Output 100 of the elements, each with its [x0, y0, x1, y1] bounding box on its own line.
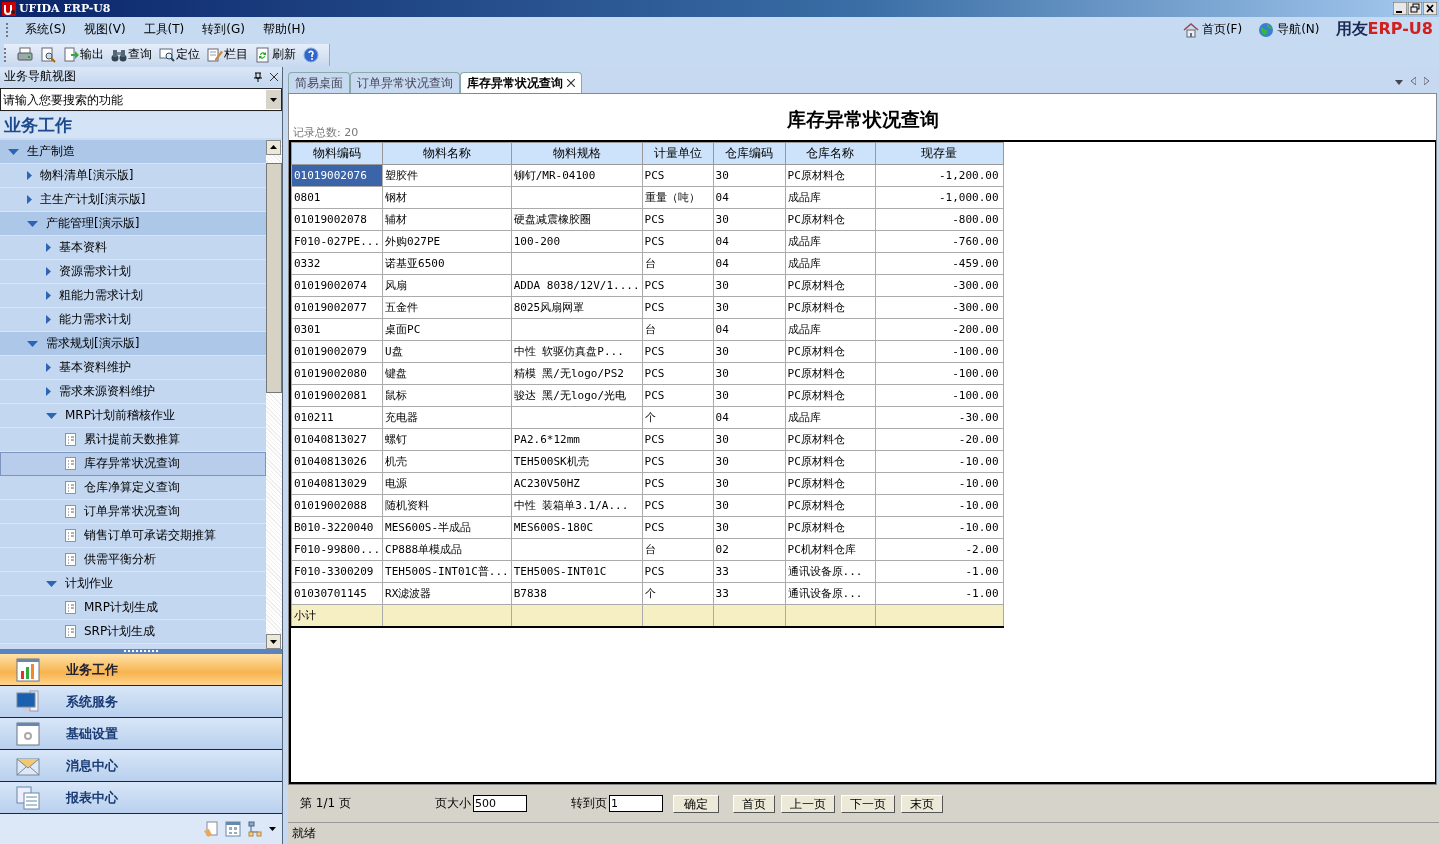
- column-header[interactable]: 仓库编码: [713, 142, 786, 165]
- menu-item[interactable]: 系统(S): [16, 21, 75, 38]
- scroll-thumb[interactable]: [266, 163, 282, 393]
- hierarchy-icon[interactable]: [247, 821, 263, 837]
- menu-item[interactable]: 视图(V): [75, 21, 135, 38]
- grid-window-icon[interactable]: [225, 821, 241, 837]
- collapsed-arrow-icon[interactable]: [46, 363, 51, 372]
- pager-button[interactable]: 首页: [732, 794, 775, 813]
- nav-link[interactable]: 首页(F): [1182, 21, 1243, 38]
- pager-button[interactable]: 上一页: [780, 794, 835, 813]
- dropdown-arrow-icon[interactable]: [269, 827, 276, 831]
- expanded-arrow-icon[interactable]: [27, 340, 38, 347]
- tree-item[interactable]: 产能管理[演示版]: [0, 212, 266, 236]
- collapsed-arrow-icon[interactable]: [27, 195, 32, 204]
- table-cell: RX滤波器: [382, 582, 512, 605]
- tree-item[interactable]: 主生产计划[演示版]: [0, 188, 266, 212]
- tree-item[interactable]: 计划作业: [0, 572, 266, 596]
- menu-item[interactable]: 转到(G): [193, 21, 254, 38]
- search-combo-box[interactable]: 请输入您要搜索的功能: [0, 88, 282, 111]
- pager-button[interactable]: 下一页: [840, 794, 895, 813]
- tree-item[interactable]: 需求规划[演示版]: [0, 332, 266, 356]
- menu-item[interactable]: 帮助(H): [253, 21, 315, 38]
- column-header[interactable]: 物料编码: [291, 142, 383, 165]
- toolbar-button[interactable]: 输出: [60, 46, 108, 63]
- tab[interactable]: 库存异常状况查询: [460, 72, 582, 93]
- nav-button[interactable]: 业务工作: [0, 654, 282, 686]
- pager-button[interactable]: 确定: [672, 794, 719, 813]
- shortcut-icon[interactable]: [203, 821, 219, 837]
- tree-item[interactable]: 基本资料维护: [0, 356, 266, 380]
- collapsed-arrow-icon[interactable]: [46, 315, 51, 324]
- table-cell: 台: [642, 318, 714, 341]
- column-header[interactable]: 物料名称: [382, 142, 512, 165]
- pin-icon[interactable]: [254, 71, 262, 82]
- tree-item[interactable]: 供需平衡分析: [0, 548, 266, 572]
- table-cell: 随机资料: [382, 494, 512, 517]
- tree-item[interactable]: 基本资料: [0, 236, 266, 260]
- nav-button[interactable]: 基础设置: [0, 718, 282, 750]
- expanded-arrow-icon[interactable]: [46, 580, 57, 587]
- table-cell: 01019002081: [291, 384, 383, 407]
- nav-button[interactable]: 报表中心: [0, 782, 282, 814]
- tree-item[interactable]: 库存异常状况查询: [0, 452, 266, 476]
- expanded-arrow-icon[interactable]: [8, 148, 19, 155]
- tree-item[interactable]: SRP计划生成: [0, 620, 266, 644]
- toolbar-button[interactable]: 定位: [156, 46, 204, 63]
- tree-item[interactable]: 生产制造: [0, 140, 266, 164]
- collapsed-arrow-icon[interactable]: [46, 387, 51, 396]
- tab[interactable]: 简易桌面: [288, 72, 350, 93]
- tree-item[interactable]: 粗能力需求计划: [0, 284, 266, 308]
- go-to-page-field[interactable]: 1: [608, 795, 663, 812]
- tree-item[interactable]: 资源需求计划: [0, 260, 266, 284]
- table-cell: PC原材料仓: [785, 208, 876, 231]
- tree-item[interactable]: 能力需求计划: [0, 308, 266, 332]
- toolbar-button[interactable]: 刷新: [252, 46, 300, 63]
- toolbar-button[interactable]: 栏目: [204, 46, 252, 63]
- close-icon[interactable]: [567, 79, 575, 87]
- restore-icon[interactable]: [1408, 2, 1422, 15]
- collapsed-arrow-icon[interactable]: [27, 171, 32, 180]
- column-header[interactable]: 计量单位: [642, 142, 714, 165]
- tree-item[interactable]: 累计提前天数推算: [0, 428, 266, 452]
- table-cell: PC原材料仓: [785, 494, 876, 517]
- column-header[interactable]: 仓库名称: [785, 142, 876, 165]
- pager-button[interactable]: 末页: [900, 794, 943, 813]
- tree-item[interactable]: 仓库净算定义查询: [0, 476, 266, 500]
- table-cell: 外购027PE: [382, 230, 512, 253]
- scroll-up-icon[interactable]: [266, 140, 281, 155]
- tree-item[interactable]: 销售订单可承诺交期推算: [0, 524, 266, 548]
- table-cell: 桌面PC: [382, 318, 512, 341]
- tree-item[interactable]: MRP计划前稽核作业: [0, 404, 266, 428]
- nav-button[interactable]: 消息中心: [0, 750, 282, 782]
- tab[interactable]: 订单异常状况查询: [350, 72, 460, 93]
- tree-item[interactable]: MRP计划生成: [0, 596, 266, 620]
- scroll-left-icon[interactable]: [1411, 77, 1416, 85]
- tree-item[interactable]: 物料清单[演示版]: [0, 164, 266, 188]
- column-header[interactable]: 物料规格: [511, 142, 643, 165]
- collapsed-arrow-icon[interactable]: [46, 291, 51, 300]
- dropdown-arrow-icon[interactable]: [270, 97, 277, 102]
- scrollbar[interactable]: [266, 140, 282, 649]
- close-icon[interactable]: [1423, 2, 1437, 15]
- close-icon[interactable]: [270, 72, 278, 81]
- menu-item[interactable]: 工具(T): [134, 21, 194, 38]
- nav-link[interactable]: 导航(N): [1258, 21, 1320, 38]
- tab-list-arrow-icon[interactable]: [1395, 80, 1403, 85]
- expanded-arrow-icon[interactable]: [27, 220, 38, 227]
- nav-button[interactable]: 系统服务: [0, 686, 282, 718]
- scroll-right-icon[interactable]: [1424, 77, 1429, 85]
- table-cell: -300.00: [875, 296, 1004, 319]
- table-cell: PCS: [642, 450, 714, 473]
- table-cell: -200.00: [875, 318, 1004, 341]
- toolbar-button[interactable]: 查询: [108, 46, 156, 63]
- table-cell: 中性 装箱单3.1/A...: [511, 494, 643, 517]
- collapsed-arrow-icon[interactable]: [46, 243, 51, 252]
- expanded-arrow-icon[interactable]: [46, 412, 57, 419]
- page-size-field[interactable]: 500: [472, 795, 527, 812]
- tree-item[interactable]: 订单异常状况查询: [0, 500, 266, 524]
- column-header[interactable]: 现存量: [875, 142, 1004, 165]
- collapsed-arrow-icon[interactable]: [46, 267, 51, 276]
- scroll-down-icon[interactable]: [266, 634, 281, 649]
- minimize-icon[interactable]: [1393, 2, 1407, 15]
- table-cell: AC230V50HZ: [511, 472, 643, 495]
- tree-item[interactable]: 需求来源资料维护: [0, 380, 266, 404]
